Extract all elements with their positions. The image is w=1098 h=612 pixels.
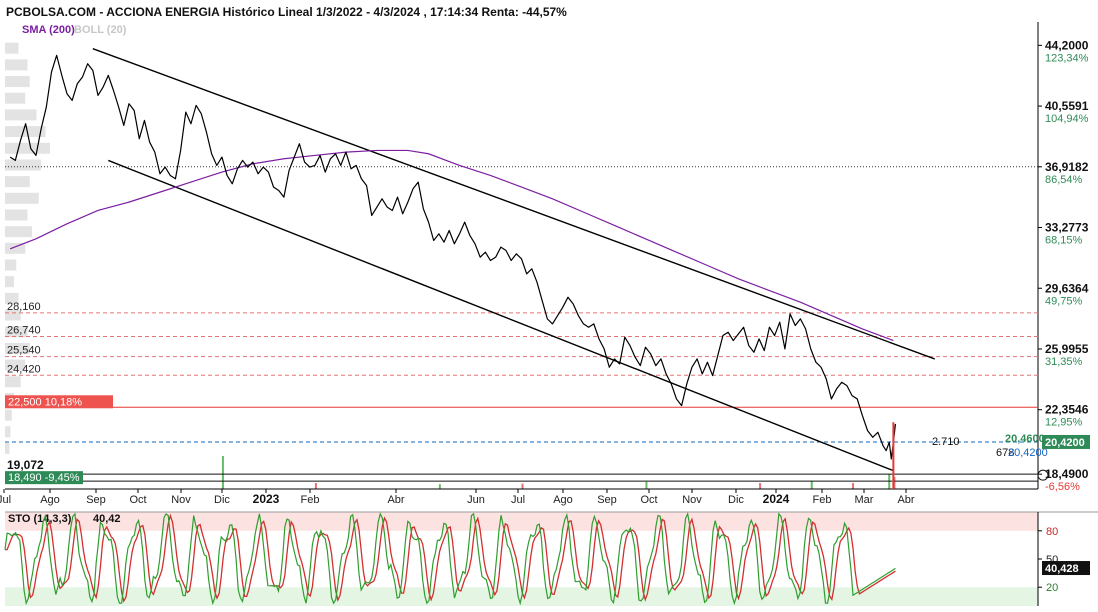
x-tick-label-2: Sep — [86, 494, 106, 506]
low-mark-label: 19,072 — [7, 458, 44, 472]
volume-profile-bar-14 — [5, 276, 14, 288]
y-tick-pct-5: 31,35% — [1045, 356, 1083, 368]
level-label-3: 24,420 — [7, 363, 41, 375]
x-tick-label-6: 2023 — [253, 492, 280, 506]
volume-profile-bar-22 — [5, 409, 12, 421]
sma-line — [9, 149, 894, 342]
x-tick-label-19: Abr — [897, 494, 914, 506]
y-tick-pct-4: 49,75% — [1045, 295, 1083, 307]
support-label: 22,500 10,18% — [8, 396, 82, 408]
stoch-tick-0: 80 — [1046, 526, 1058, 538]
volume-profile-bar-9 — [5, 192, 39, 204]
volume-bar-2 — [438, 484, 441, 489]
sma-label: SMA (200) — [22, 24, 75, 36]
volume-bar-4 — [645, 481, 648, 489]
x-tick-label-13: Oct — [640, 494, 657, 506]
x-tick-label-15: Dic — [728, 494, 744, 506]
volume-profile-bar-20 — [5, 376, 21, 388]
volume-bar-1 — [314, 483, 317, 489]
y-tick-label-5: 25,9955 — [1045, 342, 1089, 356]
x-tick-label-10: Jul — [511, 494, 525, 506]
y-tick-pct-2: 86,54% — [1045, 174, 1083, 186]
chart-title: PCBOLSA.COM - ACCIONA ENERGIA Histórico … — [6, 5, 567, 19]
y-tick-label-4: 29,6364 — [1045, 281, 1089, 295]
stoch-overbought-zone — [5, 512, 1038, 531]
volume-profile-bar-4 — [5, 109, 37, 121]
boll-label: BOLL (20) — [74, 24, 127, 36]
y-tick-pct-6: 12,95% — [1045, 417, 1083, 429]
x-tick-label-18: Mar — [855, 494, 874, 506]
last-close-label: 20,4600 — [1005, 433, 1045, 445]
x-tick-label-17: Feb — [813, 494, 832, 506]
volume-profile-bar-1 — [5, 59, 28, 71]
x-tick-label-14: Nov — [682, 494, 702, 506]
y-tick-label-1: 40,5591 — [1045, 99, 1089, 113]
volume-bar-0 — [221, 456, 224, 489]
x-tick-label-9: Jun — [467, 494, 485, 506]
y-tick-pct-1: 104,94% — [1045, 113, 1089, 125]
channel-lower-line — [108, 159, 894, 472]
y-tick-pct-7: -6,56% — [1045, 481, 1080, 493]
stock-chart: PCBOLSA.COM - ACCIONA ENERGIA Histórico … — [0, 5, 1098, 606]
volume-bar-6 — [810, 480, 813, 489]
stoch-current-box-label: 40,428 — [1045, 563, 1079, 575]
stoch-title: STO (14,3,3) — [8, 513, 72, 525]
volume-profile-bar-13 — [5, 259, 17, 271]
x-tick-label-7: Feb — [301, 494, 320, 506]
volume-bar-3 — [521, 483, 524, 489]
y-tick-pct-3: 68,15% — [1045, 235, 1083, 247]
x-tick-label-4: Nov — [171, 494, 191, 506]
level-label-2: 25,540 — [7, 345, 41, 357]
annotation-1: 2.710 — [932, 436, 960, 448]
last-price-label: 20,4200 — [1045, 437, 1085, 449]
x-tick-label-11: Ago — [553, 494, 573, 506]
volume-profile-bar-7 — [5, 159, 41, 171]
volume-profile-bar-24 — [5, 442, 10, 454]
low-box-label: 18,490 -9,45% — [8, 472, 80, 484]
volume-bar-5 — [759, 483, 762, 489]
y-tick-label-7: 18,4900 — [1045, 467, 1089, 481]
stoch-current: 40,42 — [93, 513, 121, 525]
volume-profile-bar-6 — [5, 142, 50, 154]
stoch-tick-2: 20 — [1046, 582, 1058, 594]
last-price-small: 20,4200 — [1008, 447, 1048, 459]
volume-profile-bar-2 — [5, 76, 30, 88]
level-label-1: 26,740 — [7, 325, 41, 337]
price-line — [9, 54, 897, 460]
x-tick-label-12: Sep — [597, 494, 617, 506]
volume-bar-7 — [852, 483, 855, 489]
x-tick-label-3: Oct — [129, 494, 146, 506]
y-tick-label-0: 44,2000 — [1045, 38, 1089, 52]
x-tick-label-8: Abr — [387, 494, 404, 506]
volume-profile-bar-8 — [5, 176, 30, 188]
y-tick-label-3: 33,2773 — [1045, 221, 1089, 235]
volume-profile-bar-3 — [5, 92, 26, 104]
volume-profile-bar-0 — [5, 42, 19, 54]
volume-profile-bar-11 — [5, 226, 32, 238]
volume-profile-bar-23 — [5, 426, 11, 438]
x-tick-label-5: Dic — [214, 494, 230, 506]
volume-profile-bar-10 — [5, 209, 28, 221]
x-tick-label-0: Jul — [0, 494, 11, 506]
y-tick-label-6: 22,3546 — [1045, 403, 1089, 417]
y-tick-pct-0: 123,34% — [1045, 52, 1089, 64]
level-label-0: 28,160 — [7, 301, 41, 313]
x-tick-label-16: 2024 — [763, 492, 790, 506]
x-tick-label-1: Ago — [40, 494, 60, 506]
y-tick-label-2: 36,9182 — [1045, 160, 1089, 174]
